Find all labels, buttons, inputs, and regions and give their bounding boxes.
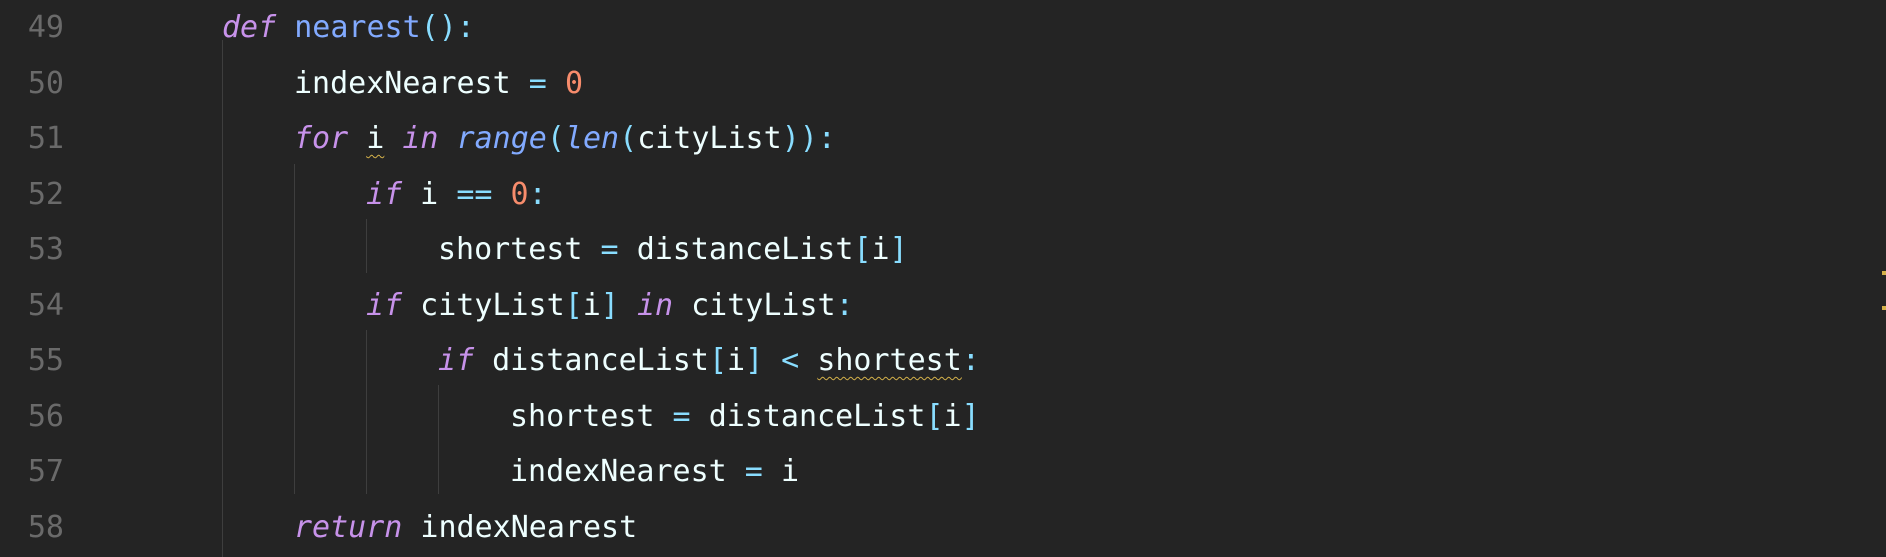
code-token: == bbox=[456, 176, 493, 212]
code-token: ] bbox=[889, 232, 908, 267]
code-line[interactable]: 50 indexNearest = 0 bbox=[0, 56, 1886, 111]
warning-marker bbox=[1882, 271, 1886, 275]
code-token: i bbox=[366, 121, 385, 156]
code-line[interactable]: 52 if i == 0: bbox=[0, 167, 1886, 222]
line-number: 51 bbox=[27, 121, 64, 156]
code-text: indexNearest = 0 bbox=[294, 56, 583, 111]
code-token: : bbox=[528, 176, 547, 212]
code-token: cityList bbox=[402, 287, 565, 323]
code-text: return indexNearest bbox=[294, 500, 637, 555]
line-number: 50 bbox=[27, 65, 64, 101]
code-token: ] bbox=[600, 287, 619, 323]
code-token: = bbox=[726, 454, 781, 489]
code-editor[interactable]: 49 def nearest(): 50 indexNearest = 0 51 for … bbox=[0, 0, 1886, 557]
code-token: [ bbox=[925, 398, 944, 434]
code-text: shortest = distanceList[i] bbox=[510, 389, 980, 444]
line-number: 56 bbox=[27, 398, 64, 434]
code-token: i bbox=[402, 176, 457, 212]
code-token: cityList bbox=[673, 287, 836, 323]
code-token: i bbox=[780, 454, 799, 489]
code-token: cityList bbox=[637, 121, 782, 156]
code-text: if distanceList[i] < shortest: bbox=[438, 333, 980, 388]
code-token: : bbox=[961, 343, 980, 378]
code-token: )): bbox=[781, 121, 836, 156]
code-text: if i == 0: bbox=[366, 167, 547, 222]
code-token: ( bbox=[546, 121, 565, 156]
line-number: 55 bbox=[27, 343, 64, 378]
code-token: 0 bbox=[510, 176, 529, 212]
code-token: = bbox=[582, 232, 637, 267]
line-number: 52 bbox=[27, 176, 64, 212]
code-token: ] bbox=[961, 398, 980, 434]
code-token: indexNearest bbox=[402, 509, 638, 545]
code-token: (): bbox=[420, 10, 475, 45]
code-token: shortest bbox=[438, 232, 583, 267]
code-token: i bbox=[727, 343, 746, 378]
code-token: ( bbox=[619, 121, 638, 156]
line-number: 53 bbox=[27, 232, 64, 267]
code-token: i bbox=[582, 287, 601, 323]
code-text: indexNearest = i bbox=[510, 444, 799, 499]
code-token: distanceList bbox=[474, 343, 709, 378]
code-token: i bbox=[943, 398, 962, 434]
code-line[interactable]: 58 return indexNearest bbox=[0, 500, 1886, 555]
code-token: [ bbox=[853, 232, 872, 267]
code-line[interactable]: 57 indexNearest = i bbox=[0, 444, 1886, 499]
code-token: [ bbox=[564, 287, 583, 323]
code-token: return bbox=[294, 509, 403, 545]
code-token: 0 bbox=[564, 65, 583, 101]
code-line[interactable]: 49 def nearest(): bbox=[0, 0, 1886, 55]
code-token: = bbox=[510, 65, 565, 101]
code-token: in bbox=[636, 287, 674, 323]
code-token: in bbox=[402, 121, 439, 156]
code-token: shortest bbox=[510, 398, 655, 434]
code-token: shortest bbox=[817, 343, 962, 378]
code-token: if bbox=[366, 176, 403, 212]
code-token: for bbox=[294, 121, 349, 156]
line-number: 57 bbox=[27, 454, 64, 489]
code-token: < bbox=[763, 343, 818, 378]
line-number: 54 bbox=[27, 287, 64, 323]
code-token: = bbox=[654, 398, 709, 434]
code-token: indexNearest bbox=[510, 454, 727, 489]
warning-marker bbox=[1882, 306, 1886, 310]
line-number: 58 bbox=[27, 509, 64, 545]
code-token: indexNearest bbox=[294, 65, 511, 101]
code-token: if bbox=[366, 287, 403, 323]
code-token: : bbox=[835, 287, 854, 323]
code-token: ] bbox=[745, 343, 764, 378]
code-token: distanceList bbox=[636, 232, 854, 267]
line-number: 49 bbox=[27, 10, 64, 45]
code-token: range bbox=[456, 121, 547, 156]
code-line[interactable]: 55 if distanceList[i] < shortest: bbox=[0, 333, 1886, 388]
code-token: distanceList bbox=[708, 398, 926, 434]
code-token: def bbox=[222, 10, 277, 45]
code-text: shortest = distanceList[i] bbox=[438, 222, 908, 277]
code-text: for i in range(len(cityList)): bbox=[294, 111, 836, 166]
code-line[interactable]: 51 for i in range(len(cityList)): bbox=[0, 111, 1886, 166]
code-token: if bbox=[438, 343, 475, 378]
code-line[interactable]: 56 shortest = distanceList[i] bbox=[0, 389, 1886, 444]
code-line[interactable]: 54 if cityList[i] in cityList: bbox=[0, 278, 1886, 333]
code-token: [ bbox=[708, 343, 727, 378]
code-token: len bbox=[564, 121, 620, 156]
code-line[interactable]: 53 shortest = distanceList[i] bbox=[0, 222, 1886, 277]
code-text: if cityList[i] in cityList: bbox=[366, 278, 854, 333]
code-token: nearest bbox=[294, 10, 421, 45]
code-token: i bbox=[871, 232, 890, 267]
code-text: def nearest(): bbox=[222, 0, 475, 55]
